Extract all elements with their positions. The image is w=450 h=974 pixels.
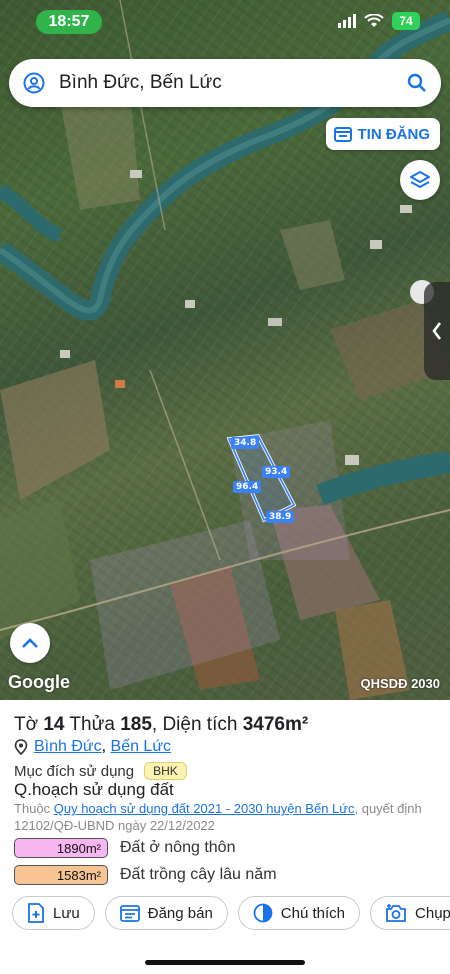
battery-indicator: 74 [392,12,420,30]
search-icon[interactable] [407,73,427,93]
land-purpose-row: Mục đích sử dụng BHK [14,762,187,780]
search-bar[interactable]: Bình Đức, Bến Lức [9,59,441,107]
planning-title: Q.hoạch sử dụng đất [14,780,174,799]
chevron-up-icon [22,638,38,648]
search-input[interactable]: Bình Đức, Bến Lức [59,72,407,94]
status-bar: 18:57 74 [0,0,450,44]
title-prefix: Tờ [14,714,44,735]
parcel-info-panel: Tờ 14 Thửa 185, Diện tích 3476m² Bình Đứ… [0,700,450,974]
land-use-label: Đất trồng cây lâu năm [120,866,277,883]
google-logo: Google [8,672,70,692]
purpose-label: Mục đích sử dụng [14,762,135,780]
commune-link[interactable]: Bình Đức [34,738,102,756]
status-time: 18:57 [36,10,102,34]
legend-label: Chú thích [280,904,346,922]
parcel-edge-label-right: 93.4 [262,466,291,478]
capture-button[interactable]: Chụp [370,896,450,930]
location-pin-icon [14,739,28,755]
purpose-code-badge: BHK [144,762,187,780]
post-sale-label: Đăng bán [147,904,213,922]
lot-number: 185 [120,714,152,735]
home-indicator[interactable] [145,960,305,965]
save-label: Lưu [53,904,80,922]
location-separator: , [101,738,111,755]
land-use-row: 1583m² Đất trồng cây lâu năm [14,865,277,885]
tin-dang-button[interactable]: TIN ĐĂNG [325,118,440,150]
camera-add-icon [386,904,406,922]
parcel-edge-label-left: 96.4 [233,481,262,493]
tin-dang-label: TIN ĐĂNG [357,125,431,143]
wifi-icon [364,14,384,27]
parcel-title: Tờ 14 Thửa 185, Diện tích 3476m² [14,714,308,736]
sheet-number: 14 [43,714,65,735]
chevron-left-icon [432,322,442,340]
land-use-area-chip: 1890m² [14,838,108,858]
status-icons: 74 [338,12,420,30]
signal-icon [338,14,356,28]
profile-icon[interactable] [23,72,45,94]
listing-icon [333,127,352,142]
land-use-label: Đất ở nông thôn [120,839,236,856]
map-layer-label: QHSDĐ 2030 [360,676,440,691]
land-use-area-chip: 1583m² [14,865,108,885]
action-bar: Lưu Đăng bán Chú thích Chụp [12,896,450,930]
contrast-icon [253,903,273,923]
district-link[interactable]: Bến Lức [111,738,172,756]
add-document-icon [28,903,44,923]
side-panel-handle[interactable] [424,282,450,380]
post-sale-button[interactable]: Đăng bán [104,896,228,930]
save-button[interactable]: Lưu [12,896,95,930]
parcel-edge-label-top: 34.8 [231,437,260,449]
listing-icon [119,905,140,922]
title-area-prefix: , Diện tích [151,714,243,735]
legend-button[interactable]: Chú thích [237,896,361,930]
satellite-map[interactable]: 34.8 93.4 96.4 38.9 18:57 74 Bình Đức, B… [0,0,450,700]
layers-icon [410,171,430,188]
parcel-edge-label-bottom: 38.9 [266,511,295,523]
capture-label: Chụp [415,904,450,922]
layers-button[interactable] [400,160,440,200]
parcel-area: 3476m² [242,714,309,735]
planning-description: Thuộc Quy hoạch sử dụng đất 2021 - 2030 … [14,800,440,834]
title-mid: Thửa [64,714,121,735]
land-use-row: 1890m² Đất ở nông thôn [14,838,235,858]
planning-prefix: Thuộc [14,801,54,816]
expand-panel-button[interactable] [10,623,50,663]
planning-link[interactable]: Quy hoạch sử dụng đất 2021 - 2030 huyện … [54,801,355,816]
parcel-location: Bình Đức , Bến Lức [14,738,171,756]
